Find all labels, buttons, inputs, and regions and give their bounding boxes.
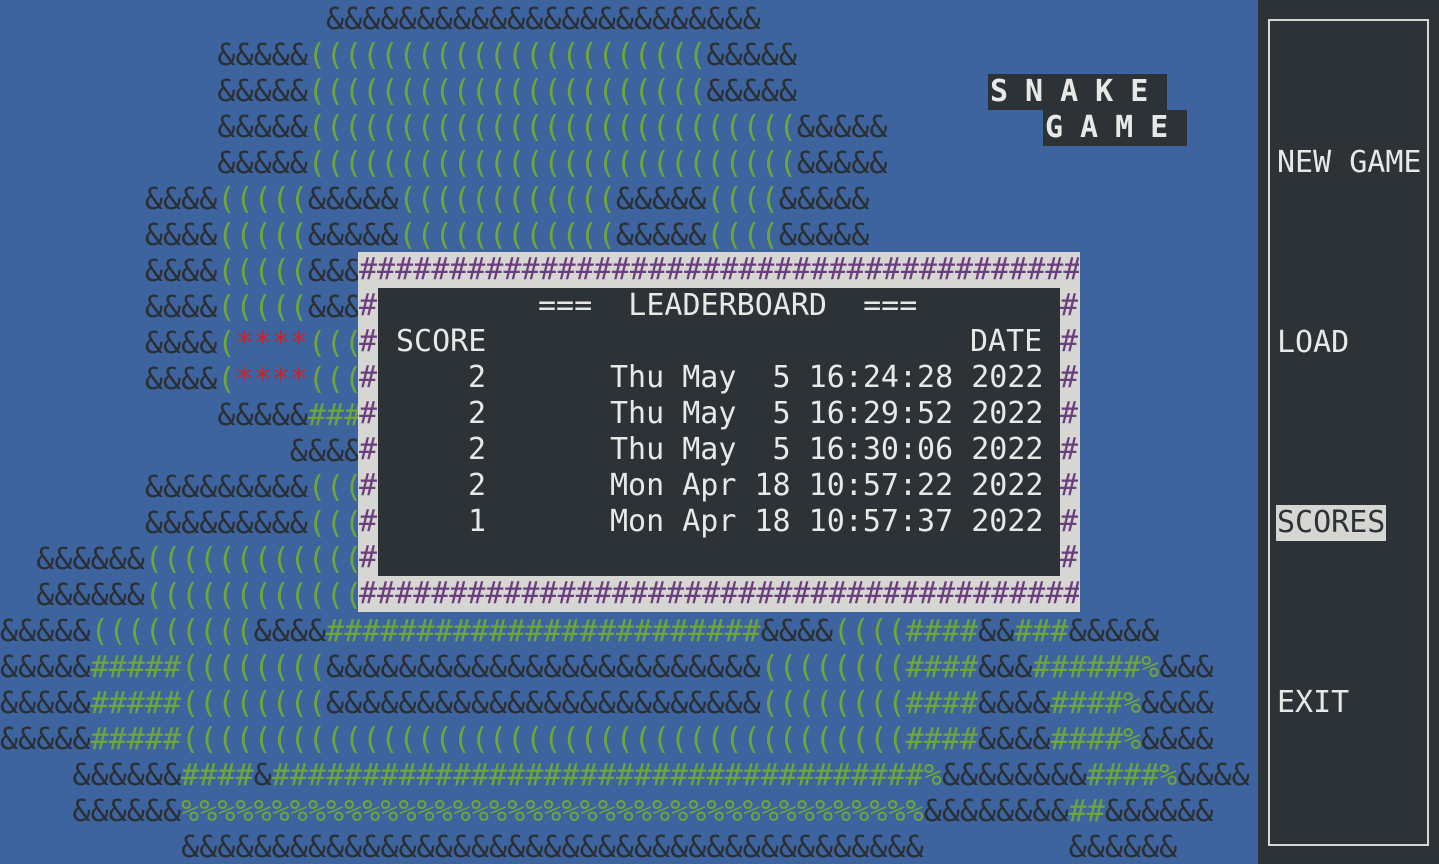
border-char: # — [1060, 432, 1079, 467]
menu-frame — [1268, 19, 1429, 846]
map-row: &&&&&&(((((((((((( — [36, 542, 363, 577]
map-row: &&&&(((((&&&&&((((((((((((&&&&&((((&&&&& — [144, 218, 870, 253]
score-cell: 2 — [468, 468, 487, 503]
border-char: # — [1060, 396, 1079, 431]
menu-scores[interactable]: SCORES — [1276, 505, 1387, 541]
map-row: &&&&&&&&&&&&&&&&&&&&&&&& — [326, 2, 761, 37]
leaderboard-heading: === LEADERBOARD === — [538, 288, 918, 323]
map-row: &&&&&&####&#############################… — [72, 758, 1250, 793]
map-row: &&&&(((((&&& — [144, 254, 363, 289]
menu-exit[interactable]: EXIT — [1276, 685, 1350, 721]
score-cell: 2 — [468, 396, 487, 431]
map-row: &&&&(****(((( — [144, 362, 381, 397]
border-char: # — [359, 324, 378, 359]
map-row: &&&&(****(((( — [144, 326, 381, 361]
date-cell: Thu May 5 16:29:52 2022 — [610, 396, 1044, 431]
border-bottom: ######################################## — [359, 576, 1079, 611]
border-char: # — [359, 540, 378, 575]
map-row: &&&&&&&&&(((( — [144, 506, 381, 541]
border-char: # — [359, 396, 378, 431]
date-cell: Thu May 5 16:30:06 2022 — [610, 432, 1044, 467]
border-char: # — [359, 468, 378, 503]
leaderboard-dialog: ########################################… — [358, 252, 1080, 612]
title-line-1: SNAKE — [988, 74, 1168, 110]
border-top: ######################################## — [359, 252, 1079, 287]
border-char: # — [359, 432, 378, 467]
map-row: &&&&(((((&&& — [144, 290, 363, 325]
map-row: &&&&&(((((((((&&&&######################… — [0, 614, 1160, 649]
date-cell: Mon Apr 18 10:57:37 2022 — [610, 504, 1044, 539]
map-row: &&&&&&&&&&&&&&&&&&&&&&&&&&&&&&&&&&&&&&&&… — [181, 830, 1178, 864]
border-char: # — [1060, 360, 1079, 395]
date-cell: Thu May 5 16:24:28 2022 — [610, 360, 1044, 395]
map-row: &&&&&&&&&(((( — [144, 470, 381, 505]
border-char: # — [359, 504, 378, 539]
border-char: # — [1060, 324, 1079, 359]
side-menu: NEW GAME LOAD SCORES EXIT — [1258, 0, 1439, 864]
map-row: &&&&&&%%%%%%%%%%%%%%%%%%%%%%%%%%%%%%%%%%… — [72, 794, 1214, 829]
map-row: &&&&&### — [217, 398, 363, 433]
map-row: &&&&&#####((((((((((((((((((((((((((((((… — [0, 722, 1214, 757]
map-row: &&&&&(((((((((((((((((((((((((((&&&&& — [217, 110, 888, 145]
map-row: &&&&(((((&&&&&((((((((((((&&&&&((((&&&&& — [144, 182, 870, 217]
column-score-header: SCORE — [396, 324, 487, 359]
map-row: &&&&&#####((((((((&&&&&&&&&&&&&&&&&&&&&&… — [0, 650, 1214, 685]
border-char: # — [1060, 540, 1079, 575]
border-char: # — [1060, 504, 1079, 539]
title-line-2: GAME — [1043, 110, 1188, 146]
map-row: &&&&&(((((((((((((((((((((((((((&&&&& — [217, 146, 888, 181]
border-char: # — [359, 360, 378, 395]
score-cell: 2 — [468, 360, 487, 395]
leaderboard-panel: === LEADERBOARD === SCORE DATE 2 Thu May … — [378, 288, 1060, 576]
map-row: &&&& — [289, 434, 363, 469]
menu-load[interactable]: LOAD — [1276, 325, 1350, 361]
date-cell: Mon Apr 18 10:57:22 2022 — [610, 468, 1044, 503]
menu-new-game[interactable]: NEW GAME — [1276, 145, 1423, 181]
map-row: &&&&&((((((((((((((((((((((&&&&& — [217, 38, 797, 73]
border-char: # — [1060, 288, 1079, 323]
border-char: # — [359, 288, 378, 323]
map-row: &&&&&&(((((((((((( — [36, 578, 363, 613]
score-cell: 1 — [468, 504, 487, 539]
score-cell: 2 — [468, 432, 487, 467]
map-row: &&&&&#####((((((((&&&&&&&&&&&&&&&&&&&&&&… — [0, 686, 1214, 721]
column-date-header: DATE — [970, 324, 1043, 359]
border-char: # — [1060, 468, 1079, 503]
map-row: &&&&&((((((((((((((((((((((&&&&& — [217, 74, 797, 109]
